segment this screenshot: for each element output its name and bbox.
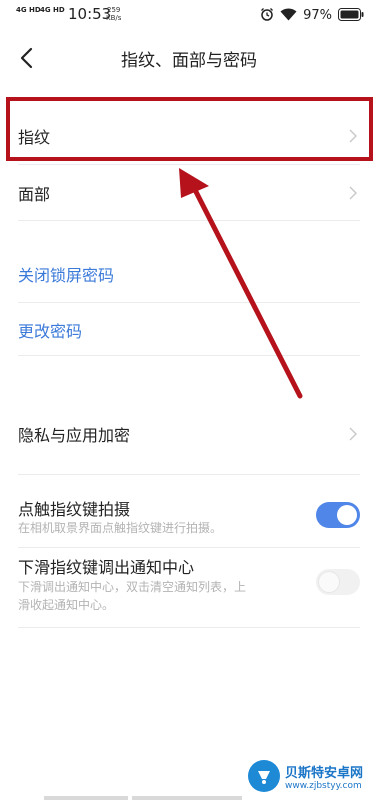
watermark-title: 贝斯特安卓网 — [285, 765, 364, 781]
nav-gesture-bar[interactable] — [132, 796, 242, 800]
watermark-url: www.zjbstyy.com — [285, 780, 362, 791]
watermark: 贝斯特安卓网 www.zjbstyy.com — [248, 760, 363, 792]
nav-gesture-bar[interactable] — [44, 796, 128, 800]
watermark-logo-icon — [248, 760, 280, 792]
annotation-arrow — [179, 168, 303, 399]
